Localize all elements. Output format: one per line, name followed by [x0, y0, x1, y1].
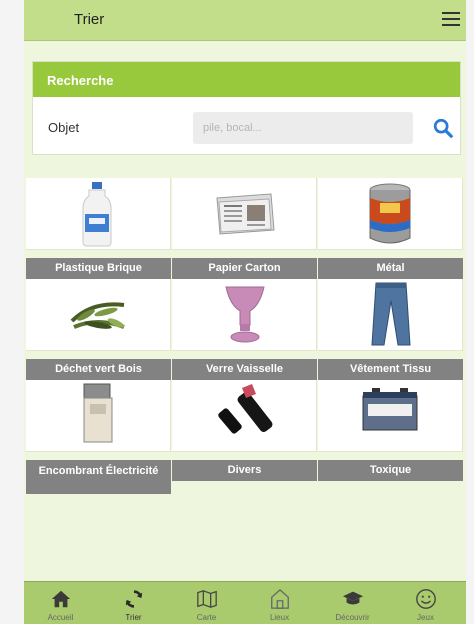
category-papier-carton[interactable]: Papier Carton [172, 178, 317, 279]
category-image [172, 178, 317, 250]
object-field-label: Objet [48, 120, 80, 135]
building-icon [271, 588, 289, 609]
graduation-cap-icon [342, 591, 364, 605]
category-label: Divers [172, 460, 317, 481]
category-dechet-vert-bois[interactable]: Déchet vert Bois [26, 279, 171, 380]
category-label: Vêtement Tissu [318, 359, 463, 380]
category-image [318, 178, 463, 250]
category-image [172, 279, 317, 351]
object-search-input[interactable] [193, 112, 413, 144]
category-label: Papier Carton [172, 258, 317, 279]
search-panel: Recherche Objet [32, 61, 461, 155]
category-image [26, 178, 171, 250]
category-encombrant-electricite[interactable]: Encombrant Électricité [26, 380, 171, 494]
plastic-bottle-icon [82, 182, 112, 247]
category-image [172, 380, 317, 452]
hamburger-menu-icon[interactable] [442, 12, 460, 26]
app-header: Trier [24, 0, 466, 41]
app-screen: Trier Recherche Objet Plastique Br [24, 0, 466, 624]
newspaper-icon [216, 193, 275, 235]
lipstick-icon [218, 384, 273, 434]
category-label: Déchet vert Bois [26, 359, 171, 380]
map-icon [197, 590, 217, 608]
nav-item-carte[interactable]: Carte [170, 582, 243, 624]
metal-can-icon [369, 183, 411, 244]
category-vetement-tissu[interactable]: Vêtement Tissu [318, 279, 463, 380]
search-icon[interactable] [432, 117, 454, 139]
nav-item-accueil[interactable]: Accueil [24, 582, 97, 624]
bottom-navigation: Accueil Trier Carte Lieux Découvrir Jeux [24, 581, 466, 624]
green-waste-icon [70, 302, 125, 329]
jeans-icon [371, 282, 411, 346]
nav-item-decouvrir[interactable]: Découvrir [316, 582, 389, 624]
category-label: Toxique [318, 460, 463, 481]
category-image [26, 279, 171, 351]
nav-label: Carte [196, 613, 217, 622]
nav-label: Lieux [269, 613, 290, 622]
category-image [26, 380, 171, 452]
page-title: Trier [74, 11, 105, 28]
nav-item-trier[interactable]: Trier [97, 582, 170, 624]
home-icon [51, 590, 71, 608]
category-image [318, 380, 463, 452]
category-divers[interactable]: Divers [172, 380, 317, 481]
recycle-icon [125, 590, 143, 608]
category-image [318, 279, 463, 351]
nav-label: Découvrir [335, 613, 370, 622]
washing-machine-icon [83, 383, 113, 443]
category-label: Verre Vaisselle [172, 359, 317, 380]
category-label: Métal [318, 258, 463, 279]
nav-item-jeux[interactable]: Jeux [389, 582, 462, 624]
nav-item-lieux[interactable]: Lieux [243, 582, 316, 624]
category-label: Plastique Brique [26, 258, 171, 279]
category-toxique[interactable]: Toxique [318, 380, 463, 481]
smiley-icon [416, 589, 436, 609]
nav-label: Trier [125, 613, 142, 622]
glass-vase-icon [225, 286, 265, 343]
category-label: Encombrant Électricité [26, 460, 171, 494]
battery-icon [362, 388, 418, 431]
category-verre-vaisselle[interactable]: Verre Vaisselle [172, 279, 317, 380]
search-row: Objet [33, 97, 460, 154]
search-section-title: Recherche [33, 62, 460, 97]
nav-label: Accueil [47, 613, 74, 622]
category-plastique-brique[interactable]: Plastique Brique [26, 178, 171, 279]
nav-label: Jeux [417, 613, 434, 622]
category-metal[interactable]: Métal [318, 178, 463, 279]
